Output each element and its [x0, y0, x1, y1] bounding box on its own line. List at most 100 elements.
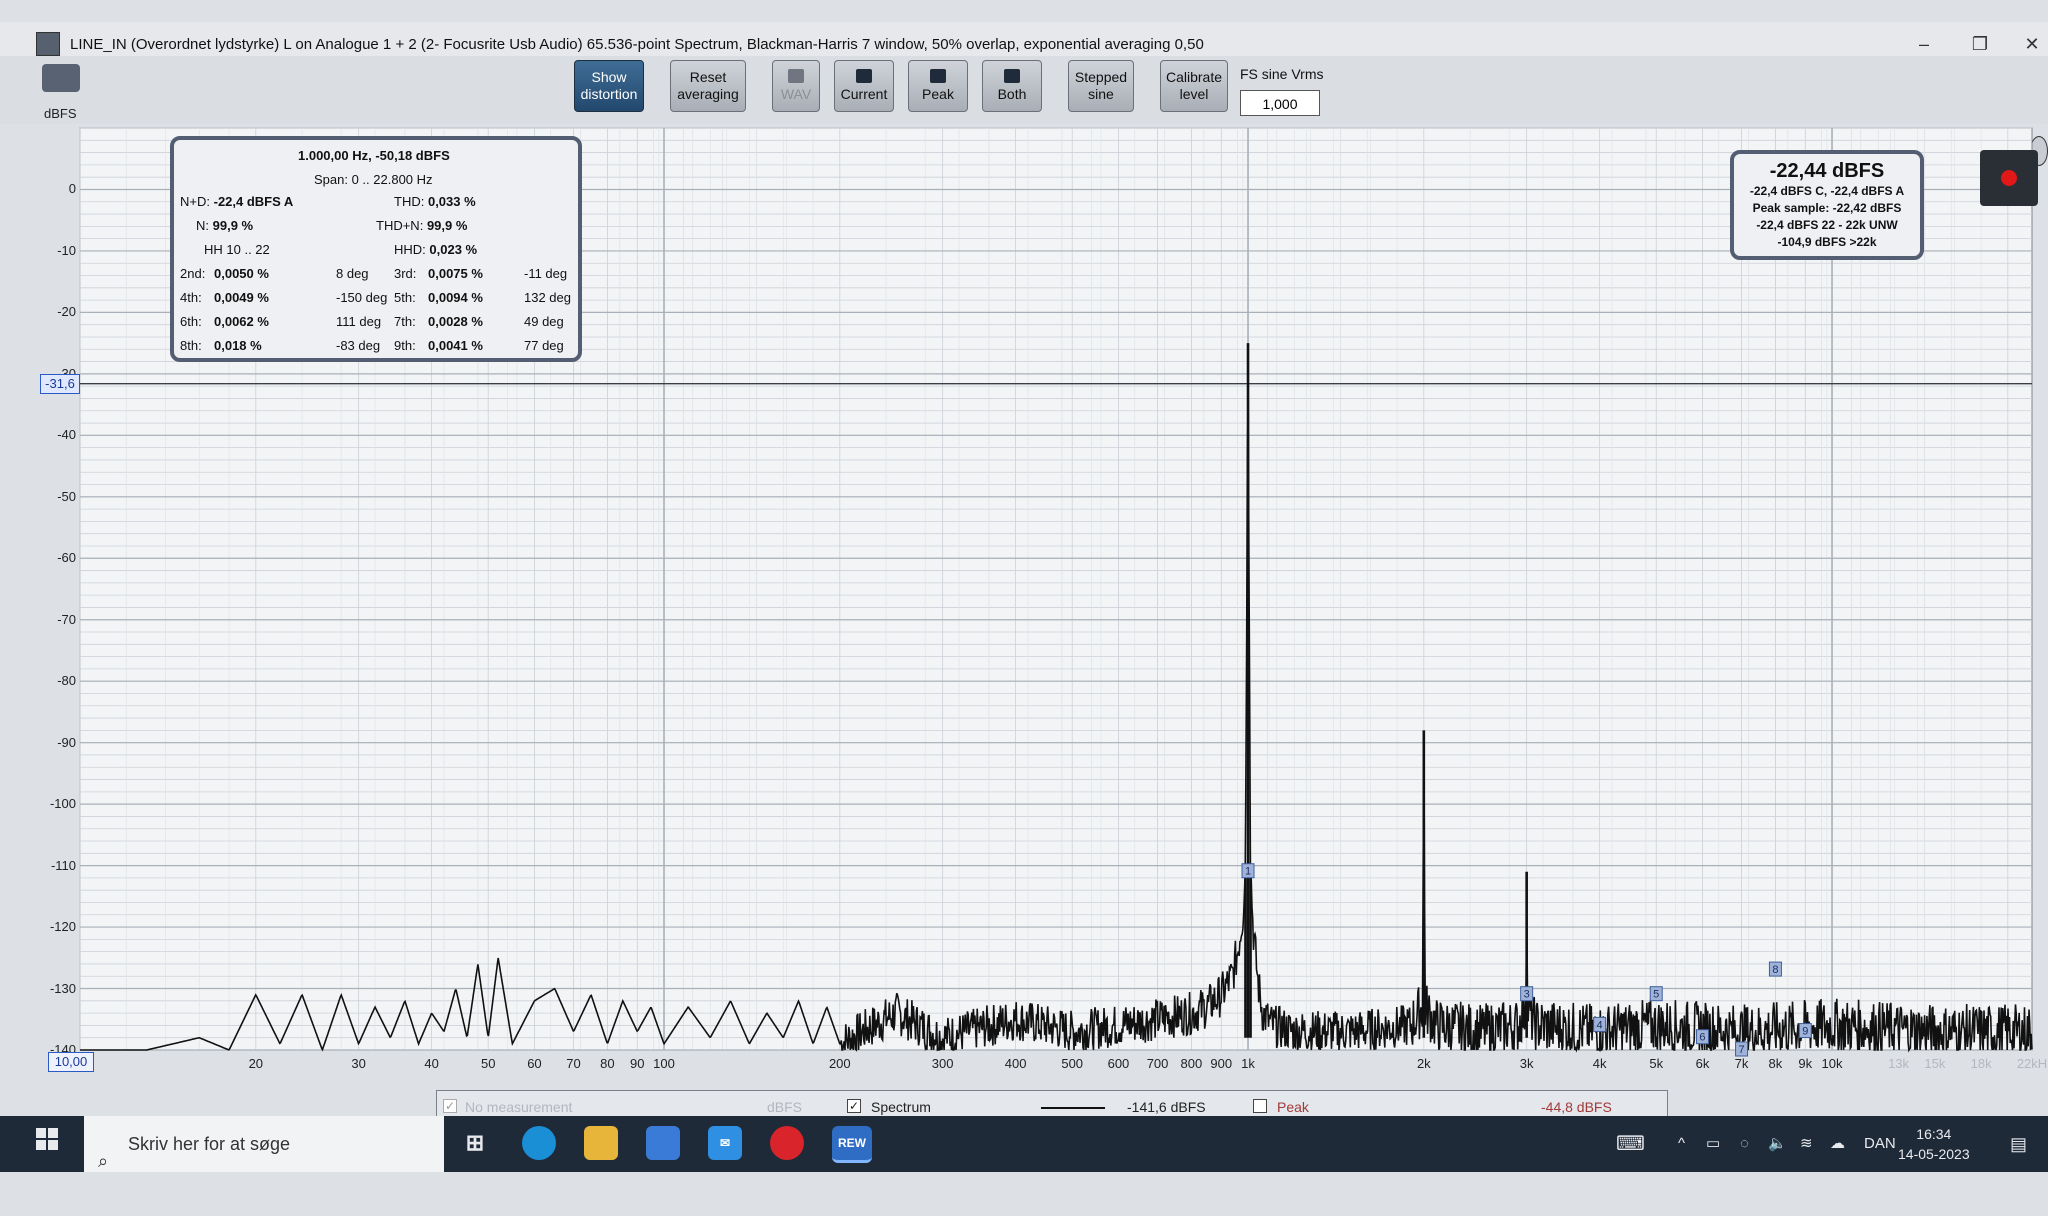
harmonic-v2-1: 0,0075 % — [428, 266, 483, 281]
taskbar-search-input[interactable]: ⌕ Skriv her for at søge — [84, 1116, 444, 1172]
edge-browser-icon[interactable] — [522, 1126, 556, 1160]
x-tick-label: 15k — [1924, 1056, 1946, 1071]
cursor-value-badge: -31,6 — [40, 374, 80, 394]
distortion-header: 1.000,00 Hz, -50,18 dBFS — [298, 148, 450, 163]
both-button[interactable]: Both — [982, 60, 1042, 112]
file-explorer-icon[interactable] — [584, 1126, 618, 1160]
level-line-1: -22,4 dBFS C, -22,4 dBFS A — [1749, 184, 1905, 198]
level-line-4: -104,9 dBFS >22k — [1777, 235, 1877, 249]
level-panel[interactable]: -22,44 dBFS -22,4 dBFS C, -22,4 dBFS A P… — [1730, 150, 1924, 260]
camera-icon[interactable] — [42, 64, 80, 92]
thd-label: THD: — [394, 194, 425, 209]
stepped-sine-label-2: sine — [1088, 86, 1114, 102]
save-icon — [1004, 69, 1020, 83]
fs-sine-input[interactable]: 1,000 — [1240, 90, 1320, 116]
network-icon[interactable]: ◌ — [1740, 1116, 1749, 1172]
notifications-icon[interactable]: ▤ — [2010, 1116, 2027, 1172]
level-main: -22,44 dBFS — [1769, 160, 1885, 182]
x-tick-label: 100 — [653, 1056, 675, 1071]
harmonic-d1-3: 111 deg — [336, 314, 382, 329]
wav-button[interactable]: WAV — [772, 60, 820, 112]
harmonic-marker-label-1: 1 — [1245, 866, 1251, 878]
spectrum-label: Spectrum — [871, 1099, 931, 1115]
speaker-icon[interactable]: 🔈 — [1768, 1116, 1787, 1172]
search-placeholder: Skriv her for at søge — [128, 1134, 291, 1154]
harmonic-marker-label-3: 3 — [1524, 989, 1530, 1001]
chevron-up-icon[interactable]: ^ — [1678, 1116, 1685, 1172]
y-tick-label: -90 — [57, 734, 76, 750]
language-indicator[interactable]: DAN — [1864, 1116, 1896, 1172]
show-distortion-button[interactable]: Show distortion — [574, 60, 644, 112]
battery-icon[interactable]: ▭ — [1706, 1116, 1720, 1172]
x-tick-label: 300 — [931, 1056, 954, 1071]
peak-button[interactable]: Peak — [908, 60, 968, 112]
both-label: Both — [997, 86, 1027, 102]
spectrum-checkbox[interactable]: ✓ — [847, 1099, 861, 1113]
nd-label: N+D: — [180, 194, 210, 209]
x-tick-label: 4k — [1592, 1056, 1607, 1071]
x-tick-label: 800 — [1180, 1056, 1203, 1071]
distortion-panel[interactable]: 1.000,00 Hz, -50,18 dBFS Span: 0 .. 22.8… — [170, 136, 582, 362]
x-tick-label: 40 — [424, 1056, 439, 1071]
x-tick-label: 22kH — [2016, 1056, 2048, 1071]
x-tick-label: 18k — [1970, 1056, 1992, 1071]
windows-start-icon[interactable] — [36, 1128, 58, 1150]
y-tick-label: -130 — [49, 980, 76, 996]
harmonic-v2-4: 0,0041 % — [428, 338, 483, 353]
x-tick-label: 6k — [1695, 1056, 1710, 1071]
y-tick-label: -60 — [57, 550, 76, 566]
peak-checkbox[interactable] — [1253, 1099, 1267, 1113]
x-tick-label: 500 — [1061, 1056, 1084, 1071]
nd-value: -22,4 dBFS A — [213, 194, 294, 209]
harmonic-l1-3: 6th: — [180, 314, 202, 329]
harmonic-l1-2: 4th: — [180, 290, 202, 305]
fs-sine-label: FS sine Vrms — [1240, 66, 1324, 82]
current-button[interactable]: Current — [834, 60, 894, 112]
x-tick-label: 5k — [1649, 1056, 1664, 1071]
no-measurement-label: No measurement — [465, 1099, 573, 1115]
wav-label: WAV — [780, 86, 812, 102]
cloud-icon[interactable]: ☁ — [1830, 1116, 1845, 1172]
keyboard-icon[interactable]: ⌨ — [1616, 1116, 1645, 1172]
x-tick-label: 70 — [566, 1056, 581, 1071]
taskbar: ⌕ Skriv her for at søge ⊞ ✉ REW ⌨ ^ ▭ ◌ … — [0, 1116, 2048, 1172]
y-tick-label: -50 — [57, 488, 76, 504]
hhd-value: 0,023 % — [429, 242, 478, 257]
task-view-icon[interactable]: ⊞ — [458, 1126, 492, 1160]
x-tick-label: 13k — [1888, 1056, 1910, 1071]
show-distortion-label-1: Show — [591, 69, 627, 85]
n-label: N: — [196, 218, 209, 233]
calibrate-level-label-1: Calibrate — [1165, 69, 1223, 85]
harmonic-d2-2: 132 deg — [524, 290, 571, 305]
harmonic-v1-3: 0,0062 % — [214, 314, 269, 329]
mail-icon[interactable]: ✉ — [708, 1126, 742, 1160]
x-tick-label: 400 — [1004, 1056, 1027, 1071]
wifi-icon[interactable]: ≋ — [1800, 1116, 1813, 1172]
harmonic-d2-3: 49 deg — [524, 314, 564, 329]
save-icon — [930, 69, 946, 83]
harmonic-l2-4: 9th: — [394, 338, 416, 353]
current-label: Current — [840, 86, 888, 102]
harmonic-marker-label-8: 8 — [1772, 964, 1778, 976]
x-tick-label: 200 — [828, 1056, 851, 1071]
calibrate-level-button[interactable]: Calibrate level — [1160, 60, 1228, 112]
search-icon: ⌕ — [98, 1151, 109, 1171]
y-tick-label: -100 — [49, 796, 76, 812]
app-icon — [36, 32, 60, 56]
peak-value: -44,8 dBFS — [1541, 1099, 1612, 1115]
record-button[interactable] — [1980, 150, 2038, 206]
x-tick-label: 20 — [248, 1056, 264, 1071]
harmonic-v2-3: 0,0028 % — [428, 314, 483, 329]
no-measurement-checkbox[interactable]: ✓ — [443, 1099, 457, 1113]
x-start-badge[interactable]: 10,00 — [48, 1052, 94, 1072]
rew-app-icon[interactable]: REW — [832, 1126, 872, 1163]
red-app-icon[interactable] — [770, 1126, 804, 1160]
x-tick-label: 7k — [1734, 1056, 1749, 1071]
store-icon[interactable] — [646, 1126, 680, 1160]
stepped-sine-label-1: Stepped — [1074, 69, 1128, 85]
reset-averaging-button[interactable]: Reset averaging — [670, 60, 746, 112]
taskbar-clock[interactable]: 16:34 14-05-2023 — [1898, 1124, 1970, 1164]
thdn-label: THD+N: — [376, 218, 424, 233]
harmonic-marker-label-5: 5 — [1653, 989, 1659, 1001]
stepped-sine-button[interactable]: Stepped sine — [1068, 60, 1134, 112]
